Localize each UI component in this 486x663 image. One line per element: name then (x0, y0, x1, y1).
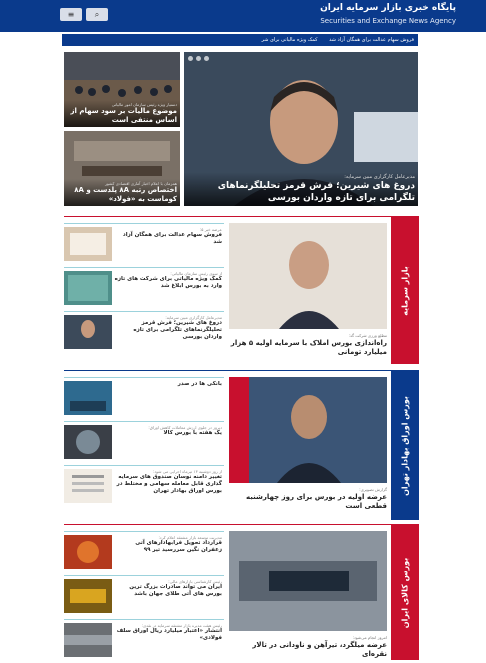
site-header: پایگاه خبری بازار سرمایه ایران Securitie… (0, 0, 486, 32)
item-thumbnail (64, 271, 112, 305)
item-thumbnail (64, 227, 112, 261)
slider-dots[interactable] (188, 56, 209, 61)
ticker-item[interactable]: فروش سهام عدالت برای همگان آزاد شد (329, 37, 414, 43)
item-thumbnail (64, 579, 112, 613)
hero-title[interactable]: دروغ های شیرین؛ فرش قرمز تحلیلگرنماهای ت… (187, 180, 415, 204)
item-thumbnail (64, 535, 112, 569)
list-item[interactable]: رئیس کارشناسی بازارهای مالی: ایران می توا… (64, 575, 224, 617)
search-icon: ⌕ (94, 10, 100, 19)
lead-story-1[interactable]: دستیار ویژه رئیس سازمان امور مالیاتی موض… (64, 52, 180, 127)
item-thumbnail (64, 469, 112, 503)
list-item[interactable]: مدیریت توسعه بازار مشتقه اعلام کرد: قرارد… (64, 531, 224, 573)
list-item[interactable]: رئیس هیئت مدیره بازار مشتقه سرمایه در نق… (64, 619, 224, 661)
menu-icon: ≡ (67, 10, 75, 19)
news-ticker[interactable]: فروش سهام عدالت برای همگان آزاد شد کمک و… (62, 34, 418, 46)
section-tehran-stock-exchange: بورس اوراق بهادار تهران گزارش تصویری: عر… (64, 370, 419, 520)
list-item[interactable]: از روز دوشنبه ۱۳ تیرماه اجرایی می شود: تغ… (64, 465, 224, 507)
section-lead-image[interactable] (229, 377, 387, 483)
section-capital-market: بازار سرمایه مطلع ورزی شرکت گذ: راه‌اندا… (64, 216, 419, 364)
section-lead-text[interactable]: گزارش تصویری: عرضه اولیه در بورس برای رو… (229, 487, 387, 511)
section-lead-text[interactable]: مطلع ورزی شرکت گذ: راه‌اندازی بورس املاک… (229, 333, 387, 357)
search-button[interactable]: ⌕ (86, 8, 108, 21)
section-lead-image[interactable] (229, 223, 387, 329)
list-item[interactable]: بانکی ها در صدر (64, 377, 224, 419)
list-item[interactable]: از سوی رئیس سازمان مالیاتی: کمک ویژه مالی… (64, 267, 224, 309)
lead-title[interactable]: موضوع مالیات بر سود سهام از اساس منتفی ا… (67, 107, 178, 125)
menu-button[interactable]: ≡ (60, 8, 82, 21)
section-lead-image[interactable] (229, 531, 387, 631)
section-band[interactable]: بازار سرمایه (391, 217, 419, 364)
lead-story-2[interactable]: همزمان با اعلام اخبار آماری اقتصادی کشور… (64, 131, 180, 206)
list-item[interactable]: دیروز در جلوی ارزش معاملات کاهش اوراق: یک… (64, 421, 224, 463)
list-item[interactable]: عرضه خبر ۵: فروش سهام عدالت برای همگان آز… (64, 223, 224, 265)
site-subtitle: Securities and Exchange News Agency (320, 17, 456, 25)
item-thumbnail (64, 425, 112, 459)
item-thumbnail (64, 315, 112, 349)
item-thumbnail (64, 623, 112, 657)
hero-story[interactable]: مدیرعامل کارگزاری مبین سرمایه: دروغ های … (184, 52, 418, 206)
ticker-item[interactable]: کمک ویژه مالیاتی برای شر (261, 37, 317, 43)
section-lead-text[interactable]: امروز انجام می‌شود: عرضه میلگرد، تیرآهن … (229, 635, 387, 659)
item-thumbnail (64, 381, 112, 415)
list-item[interactable]: مدیرعامل کارگزاری مبین سرمایه: دروغ های ش… (64, 311, 224, 353)
site-title[interactable]: پایگاه خبری بازار سرمایه ایران (320, 3, 456, 13)
section-band[interactable]: بورس اوراق بهادار تهران (391, 371, 419, 520)
lead-title[interactable]: اختصاص رتبه ۸A پلدست و ۸A کوماست به «فول… (67, 186, 177, 204)
section-band[interactable]: بورس کالای ایران (391, 525, 419, 660)
section-iran-mercantile-exchange: بورس کالای ایران امروز انجام می‌شود: عرض… (64, 524, 419, 660)
